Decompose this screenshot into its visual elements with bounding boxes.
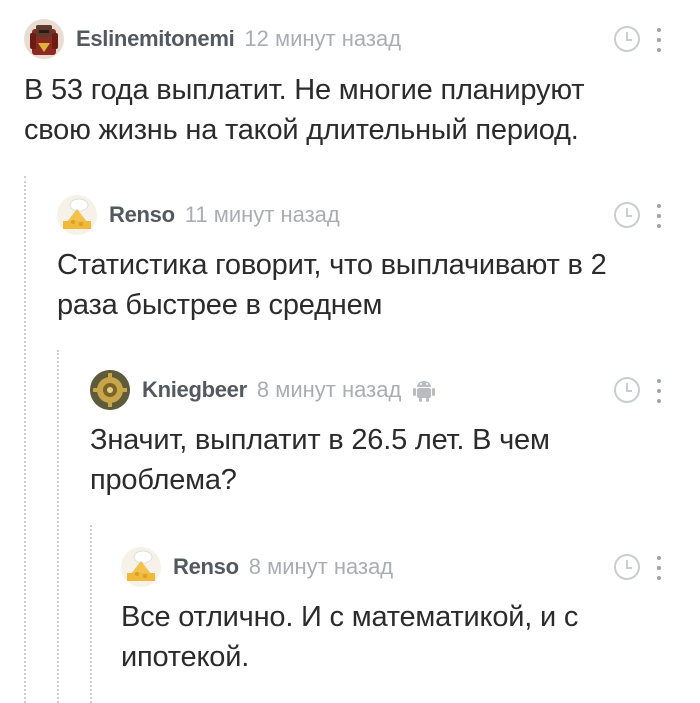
comment-header: Renso 8 минут назад [121,547,393,587]
comment-text: Все отлично. И с математикой, и с ипотек… [121,601,579,673]
more-options-icon[interactable] [656,204,662,228]
clock-icon[interactable] [614,26,640,52]
author-name[interactable]: Renso [173,554,239,580]
thread-line-level-1 [24,176,26,703]
comment-time[interactable]: 12 минут назад [244,26,401,52]
clock-icon[interactable] [614,377,640,403]
comment-text: В 53 года выплатит. Не многие планируют … [24,74,585,146]
more-options-icon[interactable] [656,28,662,52]
author-name[interactable]: Kniegbeer [142,377,247,403]
android-icon [413,378,436,402]
clock-icon[interactable] [614,202,640,228]
comment-header: Kniegbeer 8 минут назад [90,370,436,410]
comment-text: Статистика говорит, что выплачивают в 2 … [57,249,607,321]
more-options-icon[interactable] [656,556,662,580]
author-name[interactable]: Renso [109,202,175,228]
gear-avatar[interactable] [90,370,130,410]
comment-time[interactable]: 8 минут назад [249,554,393,580]
comment-header: Renso 11 минут назад [57,195,340,235]
comment-header: Eslinemitonemi 12 минут назад [24,19,401,59]
comment-text: Значит, выплатит в 26.5 лет. В чем пробл… [90,424,550,496]
comment-time[interactable]: 11 минут назад [185,202,340,228]
more-options-icon[interactable] [656,379,662,403]
cheese-chef-avatar[interactable] [121,547,161,587]
author-name[interactable]: Eslinemitonemi [76,26,235,52]
knight-avatar[interactable] [24,19,64,59]
comment-time[interactable]: 8 минут назад [257,377,401,403]
thread-line-level-3 [90,525,92,703]
thread-line-level-2 [57,350,59,703]
cheese-chef-avatar[interactable] [57,195,97,235]
clock-icon[interactable] [614,554,640,580]
